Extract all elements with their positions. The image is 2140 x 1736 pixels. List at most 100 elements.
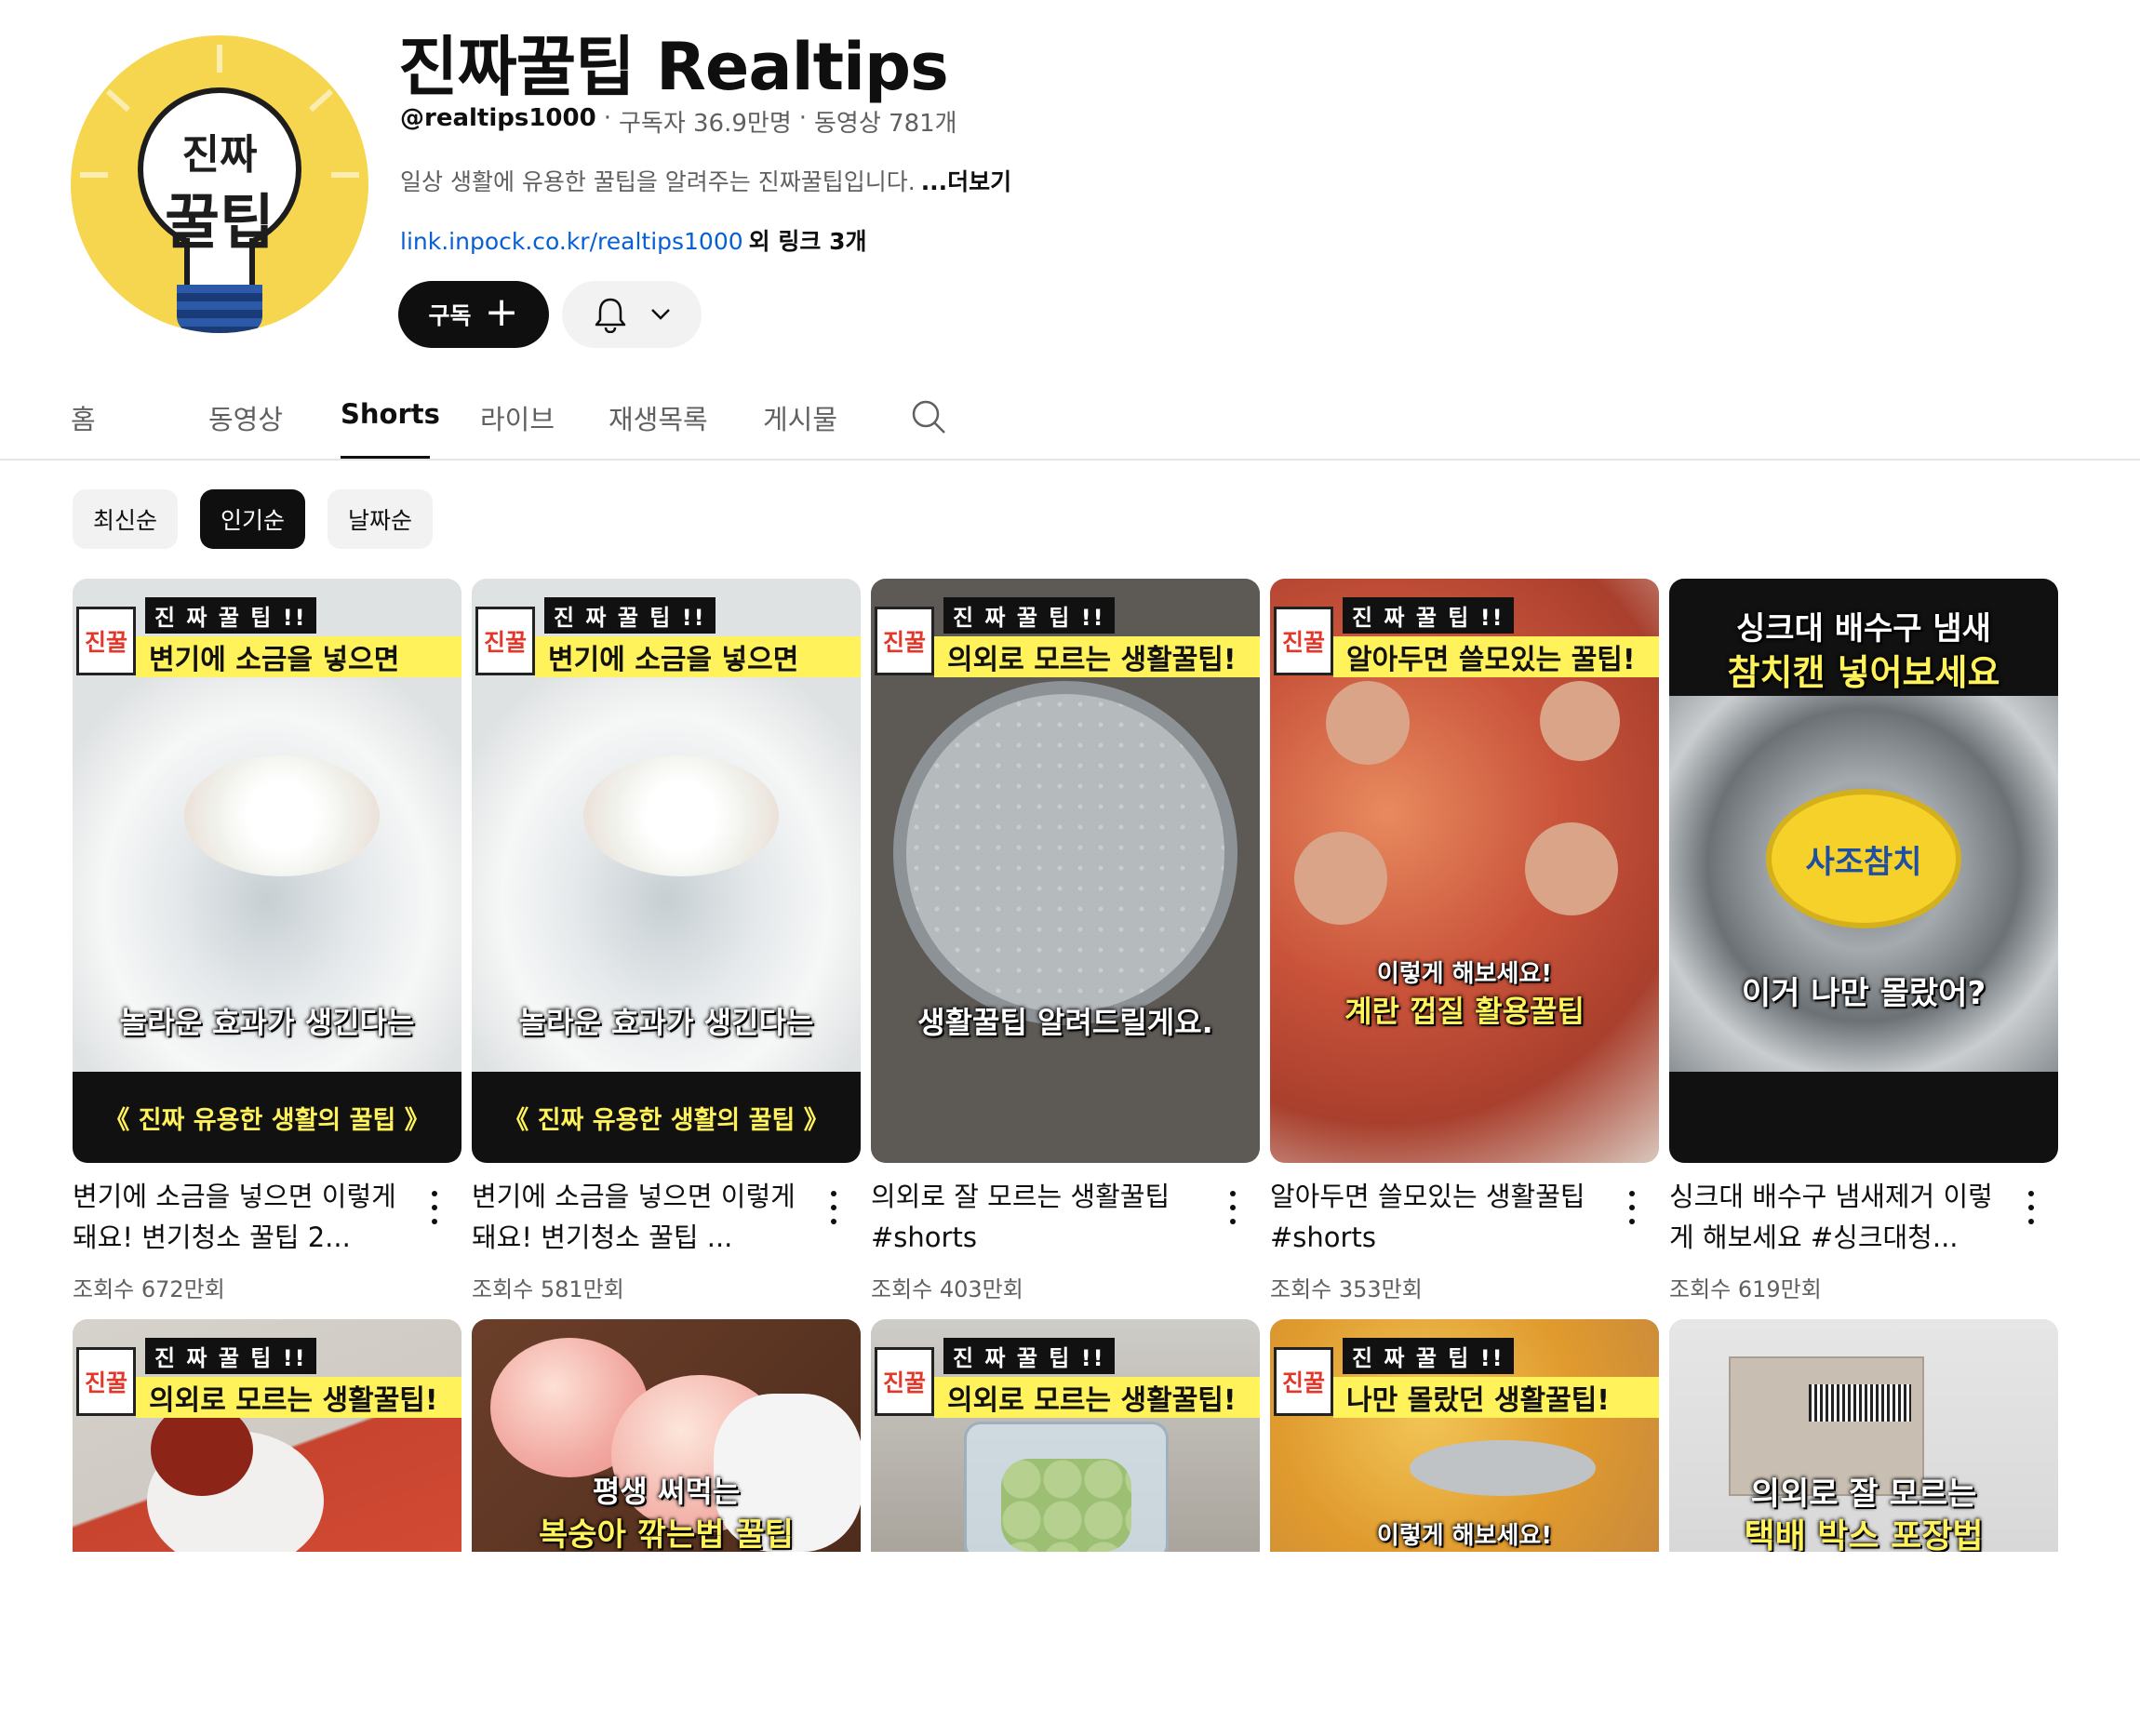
thumbnail-caption-small: 이렇게 해보세요! — [1376, 960, 1553, 988]
plus-icon: + — [484, 288, 519, 336]
short-card[interactable]: 진꿀 진 짜 꿀 팁 !! 의외로 모르는 생활꿀팁! — [871, 1319, 1260, 1552]
channel-links: link.inpock.co.kr/realtips1000 외 링크 3개 — [400, 223, 866, 257]
description-text: 일상 생활에 유용한 꿀팁을 알려주는 진짜꿀팁입니다. — [400, 168, 916, 195]
meta-separator: · — [603, 104, 611, 132]
thumbnail-badge: 진꿀 진 짜 꿀 팁 !! 변기에 소금을 넣으면 — [472, 597, 861, 683]
salt-hand-image — [583, 755, 779, 876]
more-options-icon[interactable] — [1627, 1191, 1637, 1224]
channel-handle: @realtips1000 — [400, 104, 596, 132]
short-thumbnail[interactable]: 진꿀 진 짜 꿀 팁 !! 변기에 소금을 넣으면 놀라운 효과가 생긴다는 《… — [472, 579, 861, 1163]
more-link[interactable]: ...더보기 — [921, 168, 1012, 195]
tab-shorts[interactable]: Shorts — [341, 391, 440, 460]
thumbnail-caption: 놀라운 효과가 생긴다는 — [518, 1005, 814, 1040]
thumbnail-caption: 생활꿀팁 알려드릴게요. — [917, 1005, 1213, 1040]
short-title[interactable]: 의외로 잘 모르는 생활꿀팁 #shorts — [871, 1176, 1198, 1258]
tab-posts[interactable]: 게시물 — [763, 391, 841, 460]
chip-popular[interactable]: 인기순 — [200, 489, 306, 549]
tuna-can-image: 사조참치 — [1766, 789, 1961, 928]
thumbnail-caption: 놀라운 효과가 생긴다는 — [119, 1005, 415, 1040]
short-title[interactable]: 변기에 소금을 넣으면 이렇게 돼요! 변기청소 꿀팁 2... — [73, 1176, 400, 1258]
channel-description[interactable]: 일상 생활에 유용한 꿀팁을 알려주는 진짜꿀팁입니다. ...더보기 — [400, 164, 1011, 197]
thumbnail-caption-line1: 의외로 잘 모르는 — [1750, 1476, 1977, 1513]
more-options-icon[interactable] — [1228, 1191, 1237, 1224]
channel-tabs: 홈 동영상 Shorts 라이브 재생목록 게시물 — [71, 391, 841, 460]
short-title[interactable]: 싱크대 배수구 냄새제거 이렇게 해보세요 #싱크대청... — [1669, 1176, 1997, 1258]
short-thumbnail[interactable]: 평생 써먹는 복숭아 깎는법 꿀팁 — [472, 1319, 861, 1552]
badge-mark: 진꿀 — [1274, 607, 1333, 675]
thumbnail-caption-line2: 택배 박스 포장법 — [1744, 1517, 1984, 1552]
channel-avatar[interactable]: 진짜 꿀팁 — [71, 35, 368, 333]
short-thumbnail[interactable]: 사조참치 싱크대 배수구 냄새 참치캔 넣어보세요 이거 나만 몰랐어? — [1669, 579, 2058, 1163]
short-views: 조회수 581만회 — [472, 1276, 624, 1302]
badge-mark: 진꿀 — [475, 607, 535, 675]
tabs-divider — [0, 459, 2140, 461]
short-card[interactable]: 진꿀 진 짜 꿀 팁 !! 의외로 모르는 생활꿀팁! — [73, 1319, 461, 1552]
sort-chips: 최신순 인기순 날짜순 — [73, 489, 434, 549]
tab-home[interactable]: 홈 — [71, 391, 117, 460]
ladle-image — [1410, 1440, 1596, 1496]
chevron-down-icon — [651, 309, 670, 320]
badge-mark: 진꿀 — [76, 1347, 136, 1416]
more-options-icon[interactable] — [430, 1191, 439, 1224]
short-thumbnail[interactable]: 진꿀 진 짜 꿀 팁 !! 의외로 모르는 생활꿀팁! 생활꿀팁 알려드릴게요. — [871, 579, 1260, 1163]
short-card[interactable]: 진꿀 진 짜 꿀 팁 !! 알아두면 쓸모있는 꿀팁! 이렇게 해보세요! 계란… — [1270, 579, 1659, 1319]
short-thumbnail[interactable]: 진꿀 진 짜 꿀 팁 !! 알아두면 쓸모있는 꿀팁! 이렇게 해보세요! 계란… — [1270, 579, 1659, 1163]
thumbnail-badge: 진꿀 진 짜 꿀 팁 !! 나만 몰랐던 생활꿀팁! — [1270, 1338, 1659, 1423]
thumbnail-top-line1: 싱크대 배수구 냄새 — [1736, 610, 1991, 648]
tab-videos[interactable]: 동영상 — [208, 391, 290, 460]
salt-hand-image — [184, 755, 380, 876]
more-options-icon[interactable] — [829, 1191, 838, 1224]
lightbulb-base — [177, 285, 262, 333]
video-count: 동영상 781개 — [814, 110, 957, 138]
thumbnail-badge: 진꿀 진 짜 꿀 팁 !! 의외로 모르는 생활꿀팁! — [871, 1338, 1260, 1423]
short-card[interactable]: 평생 써먹는 복숭아 깎는법 꿀팁 — [472, 1319, 861, 1552]
thumbnail-caption-line2: 복숭아 깎는법 꿀팁 — [539, 1516, 794, 1552]
short-thumbnail[interactable]: 진꿀 진 짜 꿀 팁 !! 변기에 소금을 넣으면 놀라운 효과가 생긴다는 《… — [73, 579, 461, 1163]
tab-live[interactable]: 라이브 — [480, 391, 558, 460]
thumbnail-caption-small: 이렇게 해보세요! — [1376, 1522, 1553, 1550]
short-title[interactable]: 변기에 소금을 넣으면 이렇게 돼요! 변기청소 꿀팁 ... — [472, 1176, 799, 1258]
short-card[interactable]: 진꿀 진 짜 꿀 팁 !! 의외로 모르는 생활꿀팁! 생활꿀팁 알려드릴게요.… — [871, 579, 1260, 1319]
subscribe-button[interactable]: 구독 + — [398, 281, 549, 348]
grapes-image — [1001, 1459, 1131, 1552]
search-icon[interactable] — [910, 398, 947, 435]
shorts-grid-row2: 진꿀 진 짜 꿀 팁 !! 의외로 모르는 생활꿀팁! 평생 써먹는 복숭아 깎… — [73, 1319, 2058, 1552]
short-card[interactable]: 진꿀 진 짜 꿀 팁 !! 변기에 소금을 넣으면 놀라운 효과가 생긴다는 《… — [472, 579, 861, 1319]
subscriber-count: 구독자 36.9만명 — [618, 110, 792, 138]
short-thumbnail[interactable]: 진꿀 진 짜 꿀 팁 !! 의외로 모르는 생활꿀팁! — [871, 1319, 1260, 1552]
thumbnail-band: 《 진짜 유용한 생활의 꿀팁 》 — [472, 1072, 861, 1163]
notification-button[interactable] — [562, 281, 702, 348]
chip-oldest[interactable]: 날짜순 — [328, 489, 434, 549]
avatar-text-top: 진짜 — [181, 131, 258, 179]
badge-mark: 진꿀 — [76, 607, 136, 675]
thumbnail-band: 《 진짜 유용한 생활의 꿀팁 》 — [73, 1072, 461, 1163]
barcode-image — [1809, 1384, 1911, 1422]
more-links[interactable]: 외 링크 3개 — [749, 228, 867, 255]
chip-latest[interactable]: 최신순 — [73, 489, 179, 549]
short-card[interactable]: 진꿀 진 짜 꿀 팁 !! 변기에 소금을 넣으면 놀라운 효과가 생긴다는 《… — [73, 579, 461, 1319]
badge-mark: 진꿀 — [875, 1347, 934, 1416]
badge-mark: 진꿀 — [875, 607, 934, 675]
subscribe-label: 구독 — [428, 302, 472, 329]
badge-mark: 진꿀 — [1274, 1347, 1333, 1416]
bell-icon — [595, 298, 626, 333]
channel-name: 진짜꿀팁 Realtips — [398, 29, 949, 105]
thumbnail-caption: 계란 껍질 활용꿀팁 — [1344, 994, 1585, 1029]
meta-separator: · — [798, 104, 808, 132]
thumbnail-top-line2: 참치캔 넣어보세요 — [1727, 652, 2000, 693]
short-title[interactable]: 알아두면 쓸모있는 생활꿀팁 #shorts — [1270, 1176, 1598, 1258]
thumbnail-badge: 진꿀 진 짜 꿀 팁 !! 의외로 모르는 생활꿀팁! — [73, 1338, 461, 1423]
short-thumbnail[interactable]: 진꿀 진 짜 꿀 팁 !! 의외로 모르는 생활꿀팁! — [73, 1319, 461, 1552]
egg-image — [1326, 681, 1410, 765]
short-card[interactable]: 진꿀 진 짜 꿀 팁 !! 나만 몰랐던 생활꿀팁! 이렇게 해보세요! — [1270, 1319, 1659, 1552]
short-views: 조회수 353만회 — [1270, 1276, 1423, 1302]
channel-link[interactable]: link.inpock.co.kr/realtips1000 — [400, 228, 743, 255]
short-card[interactable]: 사조참치 싱크대 배수구 냄새 참치캔 넣어보세요 이거 나만 몰랐어? 싱크대… — [1669, 579, 2058, 1319]
tab-playlists[interactable]: 재생목록 — [609, 391, 713, 460]
short-thumbnail[interactable]: 진꿀 진 짜 꿀 팁 !! 나만 몰랐던 생활꿀팁! 이렇게 해보세요! — [1270, 1319, 1659, 1552]
short-card[interactable]: 의외로 잘 모르는 택배 박스 포장법 — [1669, 1319, 2058, 1552]
thumbnail-caption: 이거 나만 몰랐어? — [1741, 975, 1986, 1012]
short-views: 조회수 619만회 — [1669, 1276, 1822, 1302]
short-thumbnail[interactable]: 의외로 잘 모르는 택배 박스 포장법 — [1669, 1319, 2058, 1552]
more-options-icon[interactable] — [2026, 1191, 2036, 1224]
